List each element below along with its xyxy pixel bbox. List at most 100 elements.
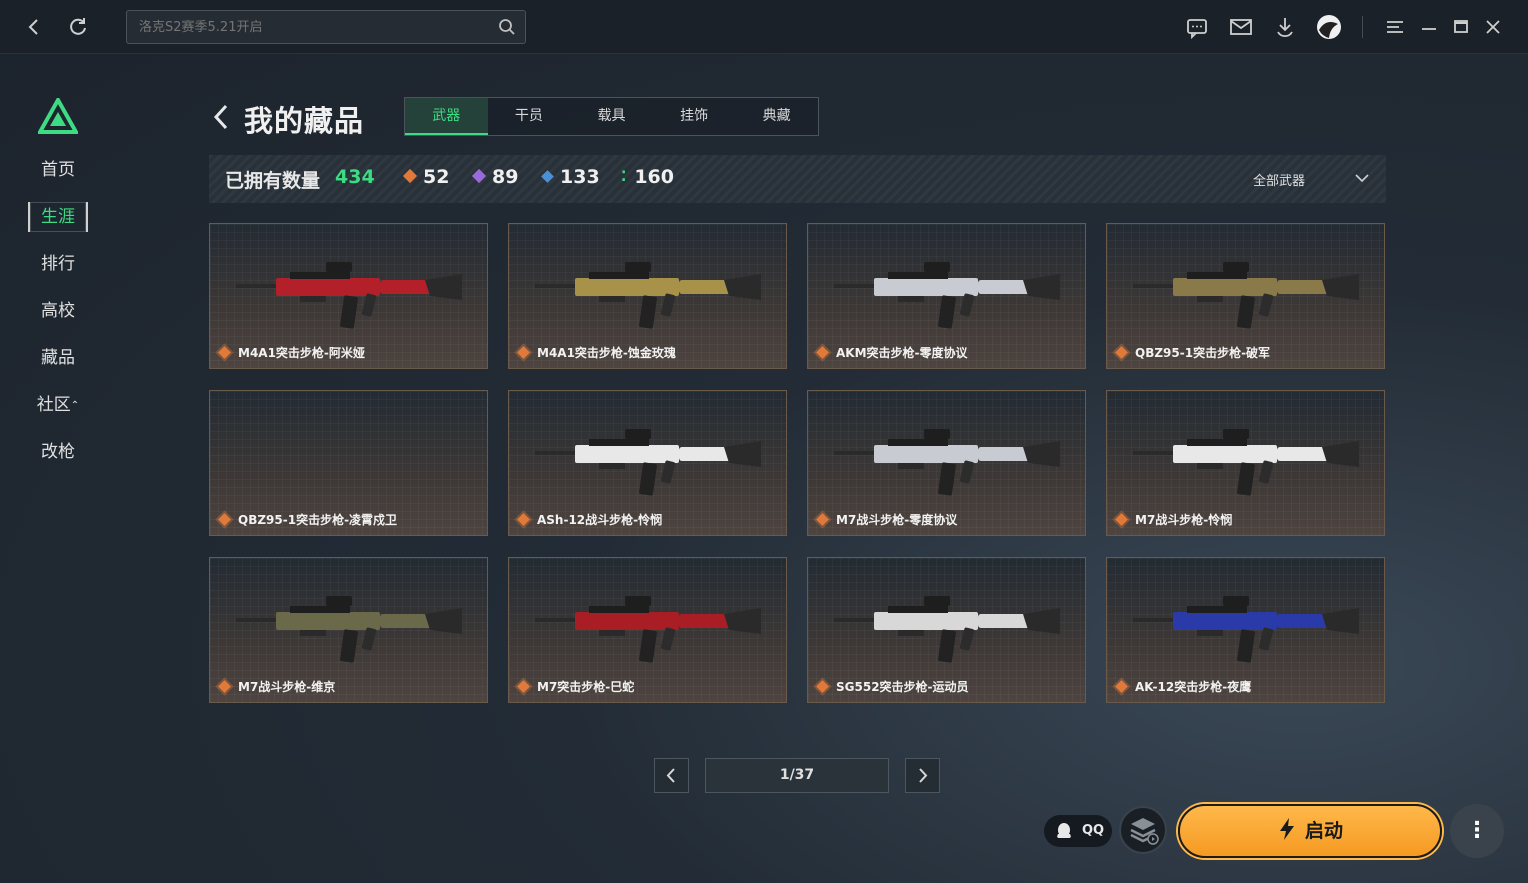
weapon-skin-name: AK-12突击步枪-夜鹰 [1135, 680, 1252, 694]
sidebar-item-collection[interactable]: 藏品 [28, 343, 88, 373]
chevron-up-icon [541, 170, 554, 183]
weapon-skin-name: SG552突击步枪-运动员 [836, 680, 969, 694]
launch-button[interactable]: 启动 [1178, 804, 1442, 858]
weapon-image [834, 262, 1060, 329]
collection-card[interactable]: M4A1突击步枪-蚀金玫瑰 [508, 223, 787, 369]
sidebar-item-college[interactable]: 高校 [28, 296, 88, 326]
qq-button[interactable]: QQ [1044, 815, 1112, 847]
collection-card[interactable]: M7战斗步枪-维京 [209, 557, 488, 703]
weapon-image [535, 596, 761, 663]
qq-penguin-icon [1057, 823, 1071, 838]
search-input[interactable] [127, 11, 487, 43]
game-plugin-button[interactable] [1119, 806, 1167, 854]
rarity-diamond-icon [1115, 346, 1128, 359]
rarity-diamond-icon [816, 680, 829, 693]
diamond-icon [471, 168, 487, 184]
next-page-button[interactable] [905, 758, 940, 793]
menu-icon[interactable] [1382, 14, 1408, 40]
weapon-skin-name: QBZ95-1突击步枪-凌霄戍卫 [238, 513, 398, 527]
collection-card[interactable]: QBZ95-1突击步枪-破军 [1106, 223, 1385, 369]
weapon-image [1133, 429, 1359, 496]
tab-vehicles[interactable]: 载具 [570, 98, 653, 135]
collection-card[interactable]: AKM突击步枪-零度协议 [807, 223, 1086, 369]
weapon-image [1133, 262, 1359, 329]
qq-label: QQ [1082, 823, 1105, 838]
weapon-image [535, 262, 761, 329]
prev-page-button[interactable] [654, 758, 689, 793]
rarity-diamond-icon [816, 346, 829, 359]
avatar[interactable] [1316, 14, 1342, 40]
rarity-diamond-icon [517, 680, 530, 693]
rarity-diamond-icon [517, 513, 530, 526]
weapon-image [834, 429, 1060, 496]
owned-total: 434 [335, 166, 375, 188]
weapon-skin-name: M4A1突击步枪-蚀金玫瑰 [537, 346, 676, 360]
rarity-diamond-icon [517, 346, 530, 359]
close-icon[interactable] [1480, 14, 1506, 40]
tab-weapons[interactable]: 武器 [405, 98, 488, 135]
back-arrow-icon[interactable] [208, 102, 234, 132]
sidebar-item-gunsmith[interactable]: 改枪 [28, 437, 88, 467]
sidebar-item-community[interactable]: 社区⌃ [28, 390, 88, 420]
weapon-skin-name: M7战斗步枪-怜悯 [1135, 513, 1233, 527]
rarity-diamond-icon [1115, 680, 1128, 693]
weapon-image [1133, 596, 1359, 663]
launch-label: 启动 [1304, 820, 1343, 842]
top-bar [0, 0, 1528, 54]
sidebar-item-home[interactable]: 首页 [28, 155, 88, 185]
rarity-diamond-icon [218, 513, 231, 526]
mail-icon[interactable] [1228, 14, 1254, 40]
collection-card[interactable]: M7战斗步枪-怜悯 [1106, 390, 1385, 536]
sidebar-item-label: 社区 [36, 395, 71, 415]
rarity-count-orange: 52 [402, 166, 449, 188]
weapon-skin-name: M7战斗步枪-维京 [238, 680, 336, 694]
more-options-button[interactable]: ⋮ [1450, 804, 1504, 858]
download-icon[interactable] [1272, 14, 1298, 40]
chat-icon[interactable] [1184, 14, 1210, 40]
diamond-icon [402, 168, 418, 184]
lightning-icon [1279, 818, 1294, 840]
collection-card[interactable]: M4A1突击步枪-阿米娅 [209, 223, 488, 369]
tab-charms[interactable]: 挂饰 [653, 98, 736, 135]
collection-card[interactable]: ASh-12战斗步枪-怜悯 [508, 390, 787, 536]
minimize-icon[interactable] [1416, 14, 1442, 40]
dots-icon: ⁚ [621, 169, 627, 185]
category-tabs: 武器 干员 载具 挂饰 典藏 [404, 97, 819, 136]
app-logo[interactable] [38, 98, 78, 134]
rarity-diamond-icon [218, 680, 231, 693]
rarity-diamond-icon [816, 513, 829, 526]
layers-icon [1130, 818, 1159, 845]
collection-card[interactable]: AK-12突击步枪-夜鹰 [1106, 557, 1385, 703]
weapon-skin-name: M4A1突击步枪-阿米娅 [238, 346, 365, 360]
collection-card[interactable]: M7突击步枪-巳蛇 [508, 557, 787, 703]
weapon-image [535, 429, 761, 496]
chevron-down-icon[interactable] [1353, 169, 1371, 187]
collection-card[interactable]: M7战斗步枪-零度协议 [807, 390, 1086, 536]
sidebar-item-ranking[interactable]: 排行 [28, 249, 88, 279]
weapon-skin-name: QBZ95-1突击步枪-破军 [1135, 346, 1271, 360]
weapon-skin-name: M7突击步枪-巳蛇 [537, 680, 635, 694]
maximize-icon[interactable] [1448, 14, 1474, 40]
tab-premium[interactable]: 典藏 [735, 98, 818, 135]
weapon-filter-dropdown[interactable]: 全部武器 [1253, 170, 1305, 189]
weapon-image [236, 596, 462, 663]
collection-card[interactable]: QBZ95-1突击步枪-凌霄戍卫 [209, 390, 488, 536]
search-icon[interactable] [497, 17, 517, 37]
sidebar-item-career[interactable]: 生涯 [28, 202, 88, 232]
owned-count-label: 已拥有数量 [225, 170, 321, 192]
weapon-image [236, 262, 462, 329]
rarity-count-blue: 133 [541, 166, 600, 188]
weapon-skin-name: AKM突击步枪-零度协议 [836, 346, 968, 360]
divider [1362, 16, 1363, 38]
weapon-skin-name: ASh-12战斗步枪-怜悯 [537, 513, 663, 527]
back-icon[interactable] [20, 13, 48, 41]
weapon-image [834, 596, 1060, 663]
refresh-icon[interactable] [64, 13, 92, 41]
page-indicator: 1/37 [705, 758, 889, 793]
search-box[interactable] [126, 10, 526, 44]
chevron-left-icon [666, 768, 675, 783]
page-title: 我的藏品 [244, 104, 365, 138]
tab-operators[interactable]: 干员 [488, 98, 571, 135]
collection-card[interactable]: SG552突击步枪-运动员 [807, 557, 1086, 703]
rarity-diamond-icon [218, 346, 231, 359]
